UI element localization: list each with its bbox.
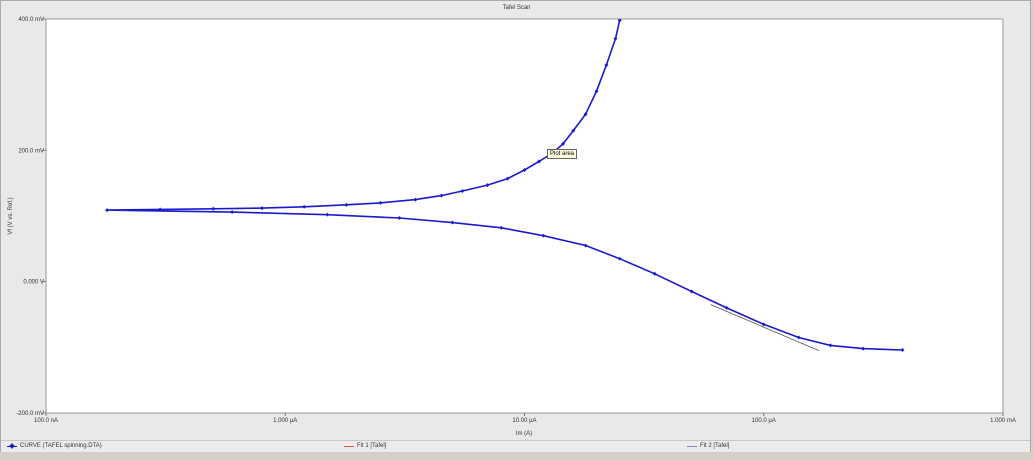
window-bottom-strip bbox=[0, 452, 1033, 460]
line-marker-icon bbox=[344, 445, 354, 447]
x-axis-label: Im (A) bbox=[516, 431, 532, 437]
x-tick-label: 100.0 nA bbox=[34, 418, 58, 424]
x-tick-label: 100.0 µA bbox=[752, 418, 776, 424]
legend-label-fit2: Fit 2 [Tafel] bbox=[700, 443, 730, 449]
plot-area[interactable] bbox=[45, 18, 1004, 414]
legend: CURVE (TAFEL spinning.DTA) Fit 1 [Tafel]… bbox=[1, 440, 1030, 452]
y-tick-label: 400.0 mV bbox=[18, 17, 44, 23]
x-tick-label: 1.000 µA bbox=[273, 418, 297, 424]
legend-label-fit1: Fit 1 [Tafel] bbox=[357, 443, 387, 449]
tafel-chart[interactable]: 100.0 nA 1.000 µA 10.00 µA 100.0 µA 1.000 mA… bbox=[0, 0, 1033, 460]
legend-item-fit2[interactable]: Fit 2 [Tafel] bbox=[687, 443, 729, 449]
y-tick-label: 200.0 mV bbox=[18, 148, 44, 154]
x-tick-label: 10.00 µA bbox=[512, 418, 536, 424]
line-marker-icon bbox=[687, 445, 697, 447]
plot-area-tooltip: Plot area bbox=[547, 149, 578, 159]
x-tick-label: 1.000 mA bbox=[990, 418, 1016, 424]
y-tick-label: -200.0 mV bbox=[16, 411, 44, 417]
y-axis-label: Vf (V vs. Ref.) bbox=[8, 197, 14, 234]
y-tick-label: 0.000 V bbox=[23, 280, 44, 286]
legend-item-curve[interactable]: CURVE (TAFEL spinning.DTA) bbox=[7, 442, 102, 449]
diamond-marker-icon bbox=[7, 442, 17, 449]
legend-item-fit1[interactable]: Fit 1 [Tafel] bbox=[344, 443, 386, 449]
legend-label-curve: CURVE (TAFEL spinning.DTA) bbox=[20, 443, 102, 449]
